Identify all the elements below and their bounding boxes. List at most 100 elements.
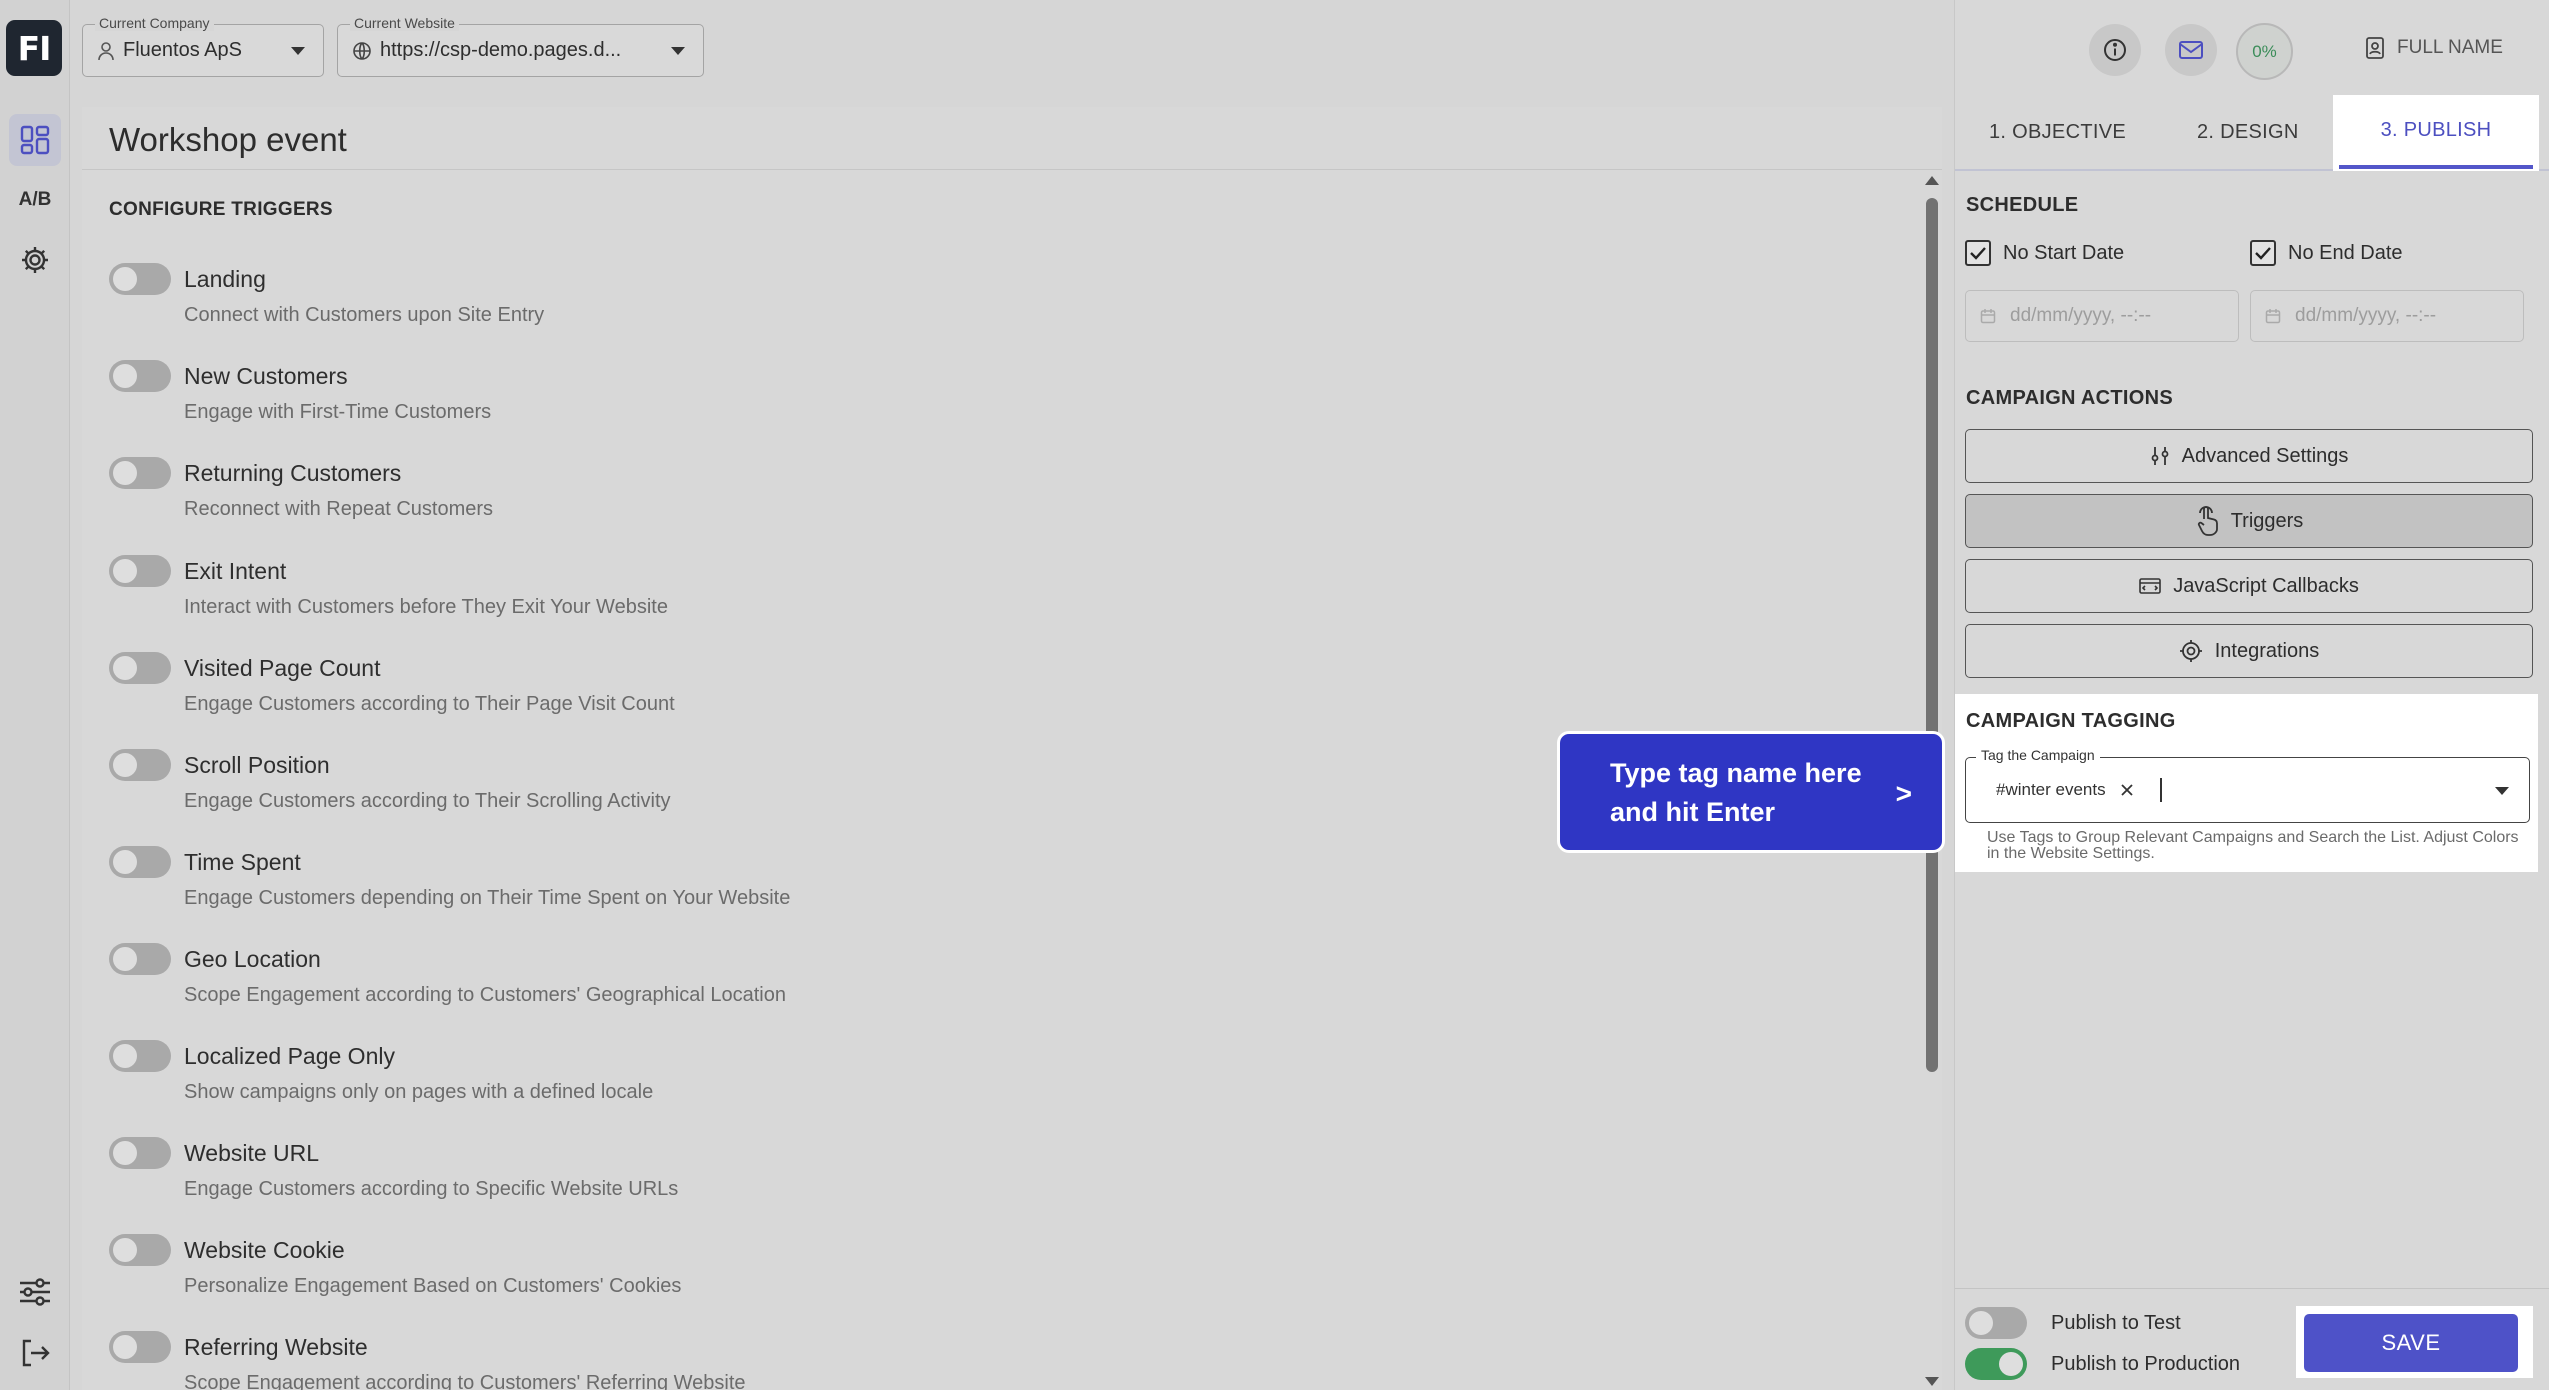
trigger-desc: Interact with Customers before They Exit…	[184, 596, 668, 618]
integrations-button[interactable]: Integrations	[1965, 624, 2533, 678]
start-date-input[interactable]: dd/mm/yyyy, --:--	[1965, 290, 2239, 342]
advanced-settings-label: Advanced Settings	[2181, 444, 2349, 467]
logout-icon[interactable]	[9, 1327, 61, 1379]
sliders-icon[interactable]	[9, 1266, 61, 1318]
tab-underline	[2339, 165, 2533, 169]
chevron-down-icon	[291, 47, 305, 55]
website-url: https://csp-demo.pages.d...	[380, 39, 622, 61]
page-title: Workshop event	[109, 121, 347, 158]
company-select-value: Fluentos ApS	[97, 39, 242, 62]
chevron-down-icon[interactable]	[2495, 787, 2509, 795]
trigger-name: Geo Location	[184, 946, 321, 972]
trigger-row: Visited Page Count Engage Customers acco…	[109, 650, 1109, 730]
trigger-toggle[interactable]	[109, 1234, 171, 1266]
gear-icon[interactable]	[9, 234, 61, 286]
user-menu[interactable]: FULL NAME	[2365, 36, 2503, 60]
ab-test-button[interactable]: A/B	[9, 174, 61, 226]
company-select[interactable]: Current Company Fluentos ApS	[82, 15, 324, 77]
schedule-heading: SCHEDULE	[1966, 194, 2079, 216]
trigger-toggle[interactable]	[109, 943, 171, 975]
app-logo[interactable]: FI	[6, 20, 62, 76]
close-icon[interactable]	[2120, 783, 2134, 797]
top-bar: Current Company Fluentos ApS Current Web…	[70, 0, 1954, 100]
trigger-desc: Scope Engagement according to Customers'…	[184, 1372, 746, 1390]
trigger-toggle[interactable]	[109, 555, 171, 587]
info-icon[interactable]	[2089, 24, 2141, 76]
tab-publish-label: 3. PUBLISH	[2380, 119, 2492, 141]
checkbox-checked-icon	[2250, 240, 2276, 266]
company-name: Fluentos ApS	[123, 39, 242, 61]
trigger-row: New Customers Engage with First-Time Cus…	[109, 358, 1109, 438]
pointer-hand-icon	[2197, 506, 2218, 536]
tab-publish[interactable]: 3. PUBLISH	[2333, 95, 2539, 171]
publish-test-toggle[interactable]	[1965, 1307, 2027, 1339]
trigger-desc: Engage Customers according to Their Scro…	[184, 790, 671, 812]
trigger-desc: Connect with Customers upon Site Entry	[184, 304, 545, 326]
start-date-placeholder: dd/mm/yyyy, --:--	[2010, 305, 2152, 326]
trigger-toggle[interactable]	[109, 1331, 171, 1363]
tag-input[interactable]: Tag the Campaign #winter events	[1965, 747, 2530, 823]
no-end-date-label: No End Date	[2288, 241, 2403, 264]
trigger-toggle[interactable]	[109, 652, 171, 684]
publish-to-production-row: Publish to Production	[1965, 1348, 2240, 1380]
tag-hint-tooltip[interactable]: Type tag name here and hit Enter >	[1557, 731, 1945, 853]
save-button[interactable]: SAVE	[2304, 1314, 2518, 1372]
trigger-row: Landing Connect with Customers upon Site…	[109, 261, 1109, 341]
scroll-up-arrow[interactable]	[1925, 176, 1939, 185]
no-start-date-checkbox[interactable]: No Start Date	[1965, 240, 2124, 266]
globe-icon	[353, 41, 371, 60]
trigger-toggle[interactable]	[109, 749, 171, 781]
trigger-name: Website URL	[184, 1140, 320, 1166]
trigger-toggle[interactable]	[109, 1137, 171, 1169]
company-select-label: Current Company	[95, 15, 214, 31]
tag-input-label: Tag the Campaign	[1976, 747, 2100, 763]
publish-production-label: Publish to Production	[2051, 1352, 2241, 1375]
no-end-date-checkbox[interactable]: No End Date	[2250, 240, 2403, 266]
triggers-button[interactable]: Triggers	[1965, 494, 2533, 548]
company-icon	[98, 41, 114, 60]
mail-icon[interactable]	[2165, 24, 2217, 76]
trigger-row: Website URL Engage Customers according t…	[109, 1135, 1109, 1215]
tooltip-next-arrow[interactable]: >	[1896, 774, 1912, 813]
website-select[interactable]: Current Website https://csp-demo.pages.d…	[337, 15, 704, 77]
scrollbar-thumb[interactable]	[1926, 198, 1938, 1072]
trigger-row: Time Spent Engage Customers depending on…	[109, 844, 1109, 924]
checkbox-checked-icon	[1965, 240, 1991, 266]
tag-chip: #winter events	[1996, 780, 2134, 800]
trigger-name: Landing	[184, 266, 266, 292]
calendar-icon	[2265, 309, 2281, 324]
dashboard-icon[interactable]	[9, 114, 61, 166]
trigger-toggle[interactable]	[109, 263, 171, 295]
campaign-actions-heading: CAMPAIGN ACTIONS	[1966, 387, 2174, 409]
advanced-settings-button[interactable]: Advanced Settings	[1965, 429, 2533, 483]
trigger-toggle[interactable]	[109, 846, 171, 878]
publish-to-test-row: Publish to Test	[1965, 1307, 2181, 1339]
javascript-callbacks-button[interactable]: JavaScript Callbacks	[1965, 559, 2533, 613]
trigger-name: Time Spent	[184, 849, 301, 875]
trigger-row: Website Cookie Personalize Engagement Ba…	[109, 1232, 1109, 1312]
trigger-name: Exit Intent	[184, 558, 287, 584]
tag-chip-label: #winter events	[1996, 780, 2106, 799]
campaign-tagging-heading: CAMPAIGN TAGGING	[1966, 710, 2176, 732]
divider	[1955, 1288, 2549, 1289]
trigger-toggle[interactable]	[109, 360, 171, 392]
end-date-input[interactable]: dd/mm/yyyy, --:--	[2250, 290, 2524, 342]
trigger-name: Returning Customers	[184, 460, 402, 486]
publish-panel: 0% FULL NAME 1. OBJECTIVE 2. DESIGN 3. P…	[1954, 0, 2549, 1390]
trigger-desc: Engage Customers depending on Their Time…	[184, 887, 791, 909]
section-heading: CONFIGURE TRIGGERS	[109, 199, 333, 220]
trigger-desc: Engage with First-Time Customers	[184, 401, 492, 423]
tooltip-text: Type tag name here and hit Enter	[1610, 758, 1862, 827]
publish-production-toggle[interactable]	[1965, 1348, 2027, 1380]
trigger-row: Referring Website Scope Engagement accor…	[109, 1329, 1109, 1390]
trigger-toggle[interactable]	[109, 1040, 171, 1072]
trigger-toggle[interactable]	[109, 457, 171, 489]
divider	[82, 169, 1942, 170]
trigger-name: New Customers	[184, 363, 348, 389]
tab-objective[interactable]: 1. OBJECTIVE	[1989, 121, 2126, 144]
scroll-down-arrow[interactable]	[1925, 1377, 1939, 1386]
trigger-name: Localized Page Only	[184, 1043, 395, 1069]
step-tabs: 1. OBJECTIVE 2. DESIGN 3. PUBLISH	[1955, 95, 2549, 171]
trigger-desc: Personalize Engagement Based on Customer…	[184, 1275, 682, 1297]
tab-design[interactable]: 2. DESIGN	[2197, 121, 2299, 144]
